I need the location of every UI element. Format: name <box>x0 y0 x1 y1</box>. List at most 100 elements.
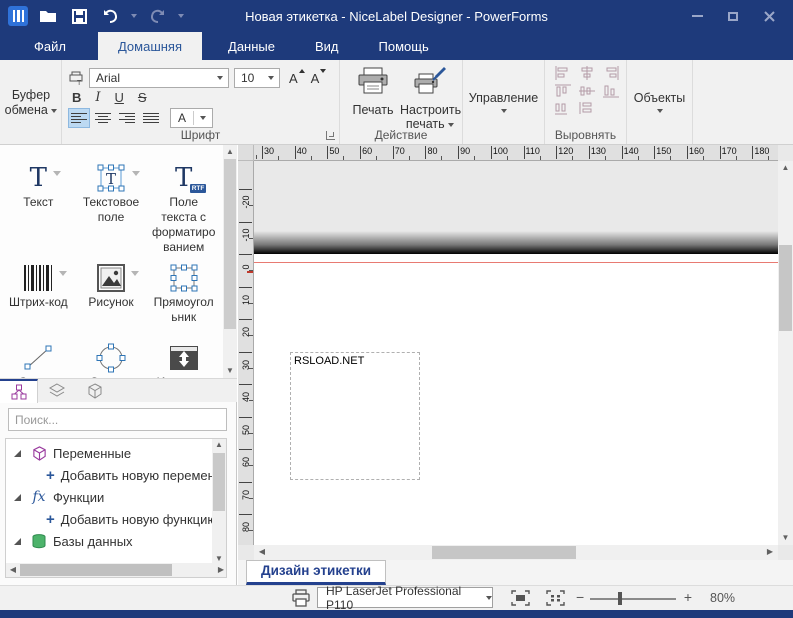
font-color-dropdown[interactable] <box>194 109 212 127</box>
tool-rectangle[interactable]: Прямоугольник <box>147 261 220 325</box>
tree-item-functions[interactable]: fx Функции <box>6 486 227 508</box>
ruler-tick: 40 <box>238 384 254 417</box>
canvas-horizontal-scrollbar[interactable]: ◀ ▶ <box>254 545 778 560</box>
printer-settings-icon <box>413 66 447 96</box>
tool-barcode[interactable]: Штрих-код <box>2 261 75 325</box>
print-settings-button[interactable]: Настроить печать <box>400 66 460 131</box>
zoom-slider-track[interactable] <box>590 598 676 600</box>
tab-home[interactable]: Домашняя <box>98 32 202 60</box>
printer-select[interactable]: HP LaserJet Professional P110 <box>317 587 493 608</box>
zoom-in-button[interactable]: + <box>684 589 692 605</box>
font-color-button[interactable]: A <box>170 108 213 128</box>
font-family-select[interactable]: Arial <box>89 68 229 88</box>
tree-hscroll-thumb[interactable] <box>20 564 172 576</box>
zoom-to-objects-icon[interactable] <box>546 590 565 606</box>
tab-data-sources[interactable] <box>0 379 38 403</box>
scroll-right-icon[interactable]: ▶ <box>214 564 227 576</box>
tree-label: Добавить новую переменную <box>61 468 227 483</box>
expander-icon[interactable] <box>14 494 21 501</box>
tab-objects[interactable] <box>76 379 114 403</box>
chevron-down-icon[interactable] <box>131 271 139 276</box>
align-center-icon <box>95 112 111 124</box>
search-input[interactable] <box>8 408 227 431</box>
scroll-left-icon[interactable]: ◀ <box>255 546 269 558</box>
tree-horizontal-scrollbar[interactable]: ◀ ▶ <box>6 563 227 577</box>
tool-text-box[interactable]: T Текстовое поле <box>75 161 148 255</box>
canvas-vertical-scrollbar[interactable]: ▲ ▼ <box>778 161 793 545</box>
scroll-down-icon[interactable]: ▼ <box>223 365 237 377</box>
tree-vertical-scrollbar[interactable]: ▲ ▼ <box>212 439 226 565</box>
ruler-corner <box>238 145 254 161</box>
undo-dropdown[interactable] <box>131 14 137 18</box>
tool-rich-text[interactable]: TRTF Поле текста с форматированием <box>147 161 220 255</box>
minimize-button[interactable] <box>679 0 715 32</box>
tool-text[interactable]: T Текст <box>2 161 75 255</box>
canvas-vscroll-thumb[interactable] <box>779 245 792 331</box>
scroll-up-icon[interactable]: ▲ <box>223 146 237 158</box>
italic-button[interactable]: I <box>95 90 100 105</box>
zoom-out-button[interactable]: − <box>576 589 584 605</box>
save-button[interactable] <box>68 5 90 27</box>
picture-icon <box>97 264 125 292</box>
tab-help[interactable]: Помощь <box>359 32 449 60</box>
canvas-hscroll-thumb[interactable] <box>432 546 576 559</box>
grow-font-button[interactable]: A <box>285 71 302 86</box>
font-group-label: Шрифт <box>62 128 339 142</box>
scroll-right-icon[interactable]: ▶ <box>763 546 777 558</box>
align-text-justify-button[interactable] <box>140 108 162 128</box>
chevron-down-icon[interactable] <box>59 271 67 276</box>
zoom-slider-thumb[interactable] <box>618 592 622 605</box>
text-object[interactable]: RSLOAD.NET <box>290 352 420 480</box>
tool-line[interactable]: Строка <box>2 341 75 378</box>
tool-picture[interactable]: Рисунок <box>75 261 148 325</box>
bold-button[interactable]: B <box>72 90 81 105</box>
align-group: Выровнять <box>545 60 627 144</box>
tree-item-variables[interactable]: Переменные <box>6 442 227 464</box>
redo-dropdown[interactable] <box>178 14 184 18</box>
tab-layers[interactable] <box>38 379 76 403</box>
expander-icon[interactable] <box>14 450 21 457</box>
label-viewport[interactable]: RSLOAD.NET <box>254 161 778 545</box>
tab-data[interactable]: Данные <box>208 32 295 60</box>
align-text-left-button[interactable] <box>68 108 90 128</box>
undo-button[interactable] <box>99 5 121 27</box>
tree-vscroll-thumb[interactable] <box>213 453 225 511</box>
close-button[interactable] <box>751 0 787 32</box>
font-dialog-launcher[interactable] <box>326 131 335 140</box>
expander-icon[interactable] <box>14 538 21 545</box>
chevron-down-icon[interactable] <box>132 171 140 176</box>
tree-item-add-variable[interactable]: + Добавить новую переменную <box>6 464 227 486</box>
clipboard-button[interactable]: Буфер обмена <box>0 88 62 118</box>
tab-view[interactable]: Вид <box>295 32 359 60</box>
manage-button[interactable]: Управление <box>463 60 544 144</box>
tree-item-databases[interactable]: Базы данных <box>6 530 227 552</box>
zoom-slider[interactable]: − + <box>576 586 692 610</box>
align-text-right-button[interactable] <box>116 108 138 128</box>
open-file-button[interactable] <box>37 5 59 27</box>
label-page[interactable]: RSLOAD.NET <box>254 254 778 545</box>
shrink-font-button[interactable]: A <box>307 71 324 86</box>
strikethrough-button[interactable]: S <box>138 90 147 105</box>
toolbox-scrollbar-thumb[interactable] <box>224 159 236 329</box>
chevron-down-icon[interactable] <box>53 171 61 176</box>
underline-button[interactable]: U <box>115 90 124 105</box>
print-button[interactable]: Печать <box>348 66 398 117</box>
objects-button[interactable]: Объекты <box>627 60 692 144</box>
font-size-select[interactable]: 10 <box>234 68 280 88</box>
scroll-up-icon[interactable]: ▲ <box>212 439 226 451</box>
svg-text:T: T <box>106 170 116 188</box>
toolbox-scrollbar[interactable]: ▲ ▼ <box>223 145 237 378</box>
maximize-button[interactable] <box>715 0 751 32</box>
tab-label-design[interactable]: Дизайн этикетки <box>246 560 386 585</box>
tool-ellipse[interactable]: Эллипс <box>75 341 148 378</box>
tool-inverse[interactable]: Инверсия <box>147 341 220 378</box>
scroll-down-icon[interactable]: ▼ <box>778 532 793 544</box>
align-text-center-button[interactable] <box>92 108 114 128</box>
tree-item-add-function[interactable]: + Добавить новую функцию <box>6 508 227 530</box>
ruler-tick: 100 <box>491 145 524 161</box>
zoom-to-label-icon[interactable] <box>511 590 530 606</box>
scroll-left-icon[interactable]: ◀ <box>6 564 20 576</box>
redo-button[interactable] <box>146 5 168 27</box>
tab-file[interactable]: Файл <box>14 32 86 60</box>
scroll-up-icon[interactable]: ▲ <box>778 162 793 174</box>
